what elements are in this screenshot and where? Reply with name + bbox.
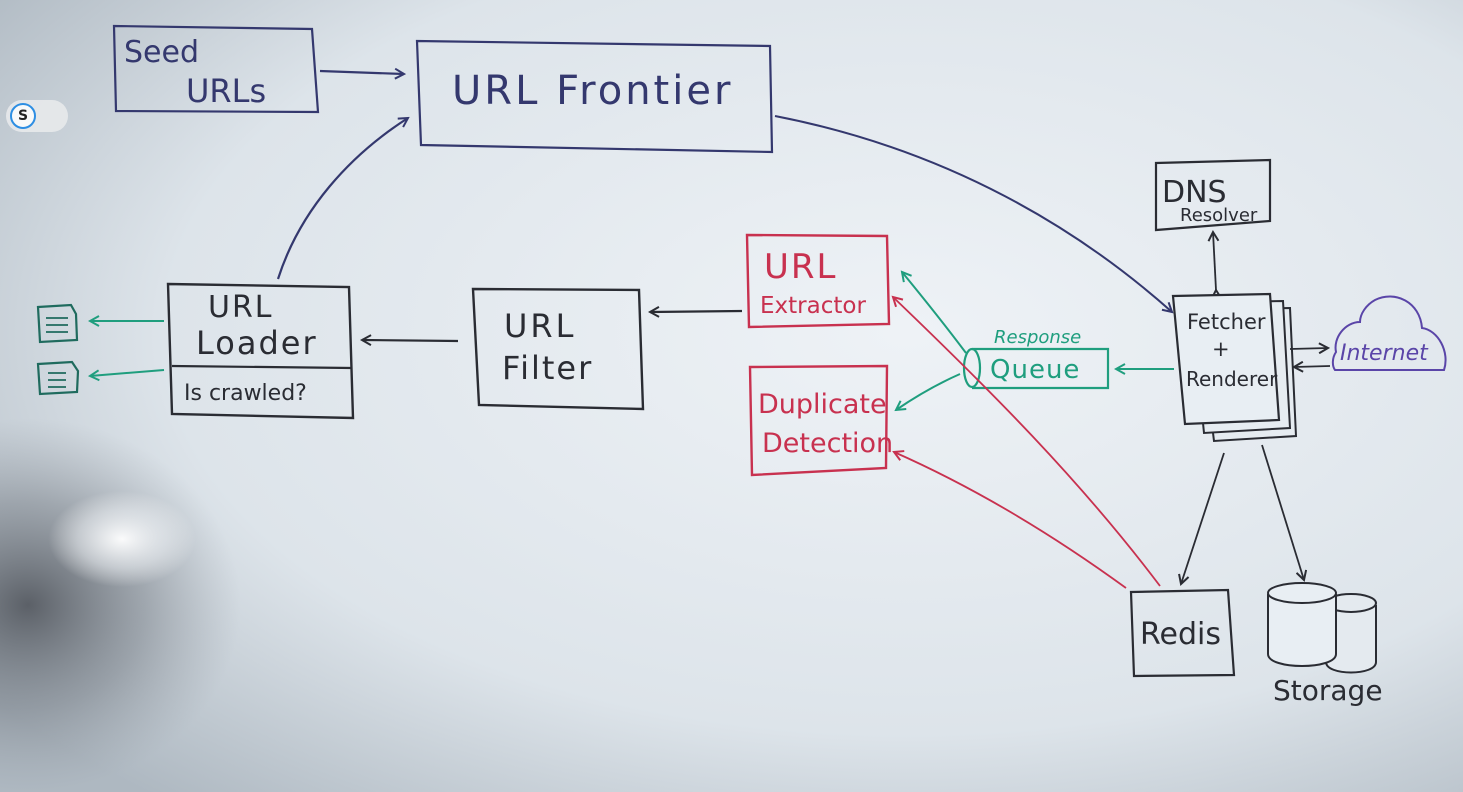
seed-urls-line1: Seed — [124, 35, 199, 70]
storage-label: Storage — [1273, 674, 1383, 707]
overlay-chip[interactable]: S — [6, 100, 68, 132]
response-queue-title: Response — [994, 327, 1081, 348]
url-filter-line1: URL — [504, 307, 576, 345]
whiteboard-diagram: Seed URLs URL Frontier URL Loader Is cra… — [0, 0, 1463, 792]
chip-label: S — [17, 108, 29, 124]
fetcher-line3: Renderer — [1186, 367, 1278, 391]
url-frontier-label: URL Frontier — [452, 68, 733, 114]
duplicate-detection-line2: Detection — [762, 428, 893, 459]
redis-label: Redis — [1140, 617, 1221, 652]
seed-urls-line2: URLs — [186, 72, 266, 110]
internet-label: Internet — [1340, 341, 1429, 366]
arrow-internet-to-fetcher — [1294, 366, 1331, 367]
duplicate-detection-line1: Duplicate — [758, 389, 887, 420]
dns-resolver-line2: Resolver — [1180, 205, 1258, 226]
arrow-filter-to-loader — [362, 340, 459, 341]
fetcher-line2: + — [1212, 337, 1230, 361]
url-loader-footer: Is crawled? — [184, 381, 307, 406]
url-extractor-line2: Extractor — [760, 293, 866, 319]
fetcher-line1: Fetcher — [1187, 310, 1266, 334]
url-loader-line2: Loader — [196, 324, 318, 362]
response-queue-label: Queue — [990, 355, 1080, 385]
fetcher-renderer-node: Fetcher + Renderer — [1171, 292, 1298, 443]
url-loader-line1: URL — [208, 290, 274, 325]
arrow-fetcher-to-internet — [1289, 348, 1328, 349]
database-icon: Storage — [1267, 582, 1383, 707]
arrow-extractor-to-filter — [650, 311, 743, 312]
s-logo-icon[interactable]: S — [10, 103, 36, 129]
url-extractor-line1: URL — [764, 247, 837, 287]
url-filter-line2: Filter — [502, 349, 593, 387]
